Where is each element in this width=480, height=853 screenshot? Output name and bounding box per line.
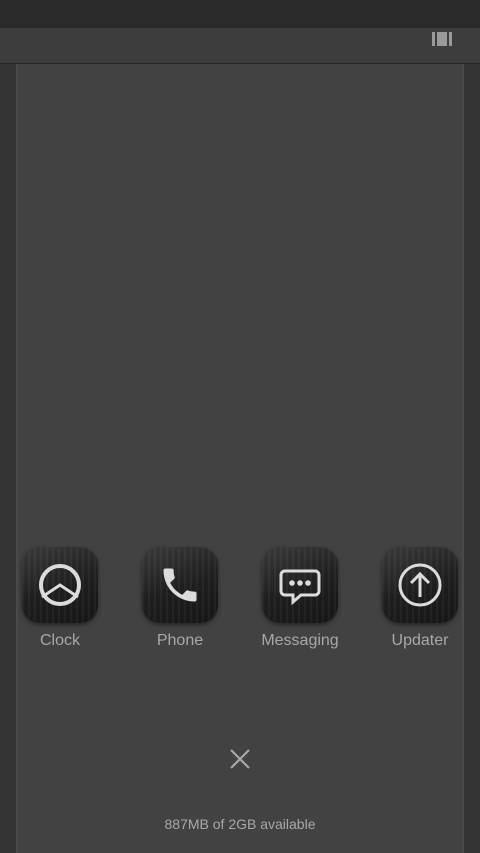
recents-icon bbox=[432, 32, 452, 46]
up-arrow-circle-icon bbox=[398, 563, 442, 607]
app-updater[interactable]: Updater bbox=[360, 547, 480, 650]
close-icon bbox=[230, 749, 250, 769]
app-clock[interactable]: Clock bbox=[0, 547, 120, 650]
message-bubble-icon bbox=[279, 569, 321, 606]
messaging-app-tile[interactable] bbox=[262, 547, 338, 623]
clock-icon bbox=[39, 564, 81, 606]
right-card-edge[interactable] bbox=[462, 64, 480, 853]
updater-app-tile[interactable] bbox=[382, 547, 458, 623]
suggested-apps-row: Clock Phone Messaging Updater bbox=[0, 547, 480, 657]
app-label: Messaging bbox=[261, 632, 339, 649]
recents-screen: Clock Phone Messaging Updater 887MB of 2… bbox=[0, 0, 480, 853]
app-messaging[interactable]: Messaging bbox=[240, 547, 360, 650]
left-card-edge[interactable] bbox=[0, 64, 18, 853]
app-phone[interactable]: Phone bbox=[120, 547, 240, 650]
dismiss-all-button[interactable] bbox=[225, 744, 255, 774]
phone-icon bbox=[163, 568, 197, 602]
phone-app-tile[interactable] bbox=[142, 547, 218, 623]
app-label: Updater bbox=[391, 632, 449, 649]
memory-status: 887MB of 2GB available bbox=[164, 816, 316, 832]
clock-app-tile[interactable] bbox=[22, 547, 98, 623]
status-bar bbox=[0, 0, 480, 28]
app-label: Clock bbox=[39, 632, 80, 649]
app-label: Phone bbox=[156, 632, 204, 649]
previous-recent-card[interactable] bbox=[0, 28, 480, 64]
